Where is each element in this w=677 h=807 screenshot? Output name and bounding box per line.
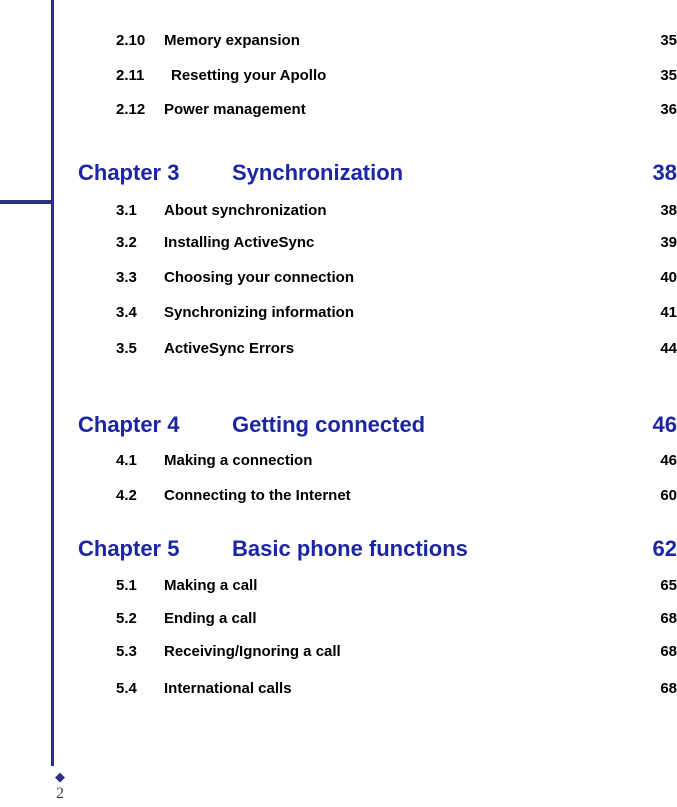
section-page-number: 40 xyxy=(660,269,677,286)
chapter-page-number: 62 xyxy=(652,536,677,561)
chapter-title: Synchronization xyxy=(232,160,404,185)
section-title: International calls xyxy=(164,680,292,697)
chapter-page-number: 38 xyxy=(652,160,677,185)
section-page-number: 65 xyxy=(660,577,677,594)
section-number: 3.1 xyxy=(116,202,137,219)
chapter-label: Chapter 3 xyxy=(78,160,180,185)
section-title: Installing ActiveSync xyxy=(164,234,315,251)
section-page-number: 35 xyxy=(660,67,677,84)
section-title: Power management xyxy=(164,101,306,118)
page-number-folio: 2 xyxy=(56,785,64,802)
chapter-title: Getting connected xyxy=(232,412,426,437)
section-page-number: 46 xyxy=(660,452,677,469)
section-title: Synchronizing information xyxy=(164,304,354,321)
section-number: 3.3 xyxy=(116,269,137,286)
section-page-number: 39 xyxy=(660,234,677,251)
section-title: Connecting to the Internet xyxy=(164,487,351,504)
section-number: 5.2 xyxy=(116,610,137,627)
section-title: Memory expansion xyxy=(164,32,300,49)
left-margin-vertical-rule xyxy=(51,0,54,766)
chapter-title: Basic phone functions xyxy=(232,536,468,561)
section-title: Ending a call xyxy=(164,610,257,627)
section-page-number: 38 xyxy=(660,202,677,219)
section-title: Making a call xyxy=(164,577,258,594)
section-page-number: 35 xyxy=(660,32,677,49)
chapter-label: Chapter 5 xyxy=(78,536,180,561)
section-number: 3.2 xyxy=(116,234,137,251)
chapter-page-number: 46 xyxy=(652,412,677,437)
section-number: 4.2 xyxy=(116,487,137,504)
chapter-label: Chapter 4 xyxy=(78,412,180,437)
section-number: 2.11 xyxy=(116,67,145,84)
section-number: 3.4 xyxy=(116,304,137,321)
left-margin-horizontal-rule xyxy=(0,200,54,204)
section-title: ActiveSync Errors xyxy=(164,340,295,357)
section-title: Receiving/Ignoring a call xyxy=(164,643,341,660)
diamond-icon: ◆ xyxy=(55,769,65,784)
section-page-number: 68 xyxy=(660,610,677,627)
section-number: 3.5 xyxy=(116,340,137,357)
section-page-number: 36 xyxy=(660,101,677,118)
section-number: 5.4 xyxy=(116,680,137,697)
section-number: 5.3 xyxy=(116,643,137,660)
section-title: Choosing your connection xyxy=(164,269,354,286)
section-page-number: 41 xyxy=(660,304,677,321)
page-footer: ◆ 2 xyxy=(40,770,80,803)
section-title: About synchronization xyxy=(164,202,327,219)
section-number: 5.1 xyxy=(116,577,137,594)
section-page-number: 68 xyxy=(660,643,677,660)
section-page-number: 68 xyxy=(660,680,677,697)
section-page-number: 44 xyxy=(660,340,677,357)
section-number: 2.12 xyxy=(116,101,146,118)
section-title: Making a connection xyxy=(164,452,313,469)
section-page-number: 60 xyxy=(660,487,677,504)
section-title: Resetting your Apollo xyxy=(171,67,327,84)
section-number: 4.1 xyxy=(116,452,137,469)
section-number: 2.10 xyxy=(116,32,146,49)
